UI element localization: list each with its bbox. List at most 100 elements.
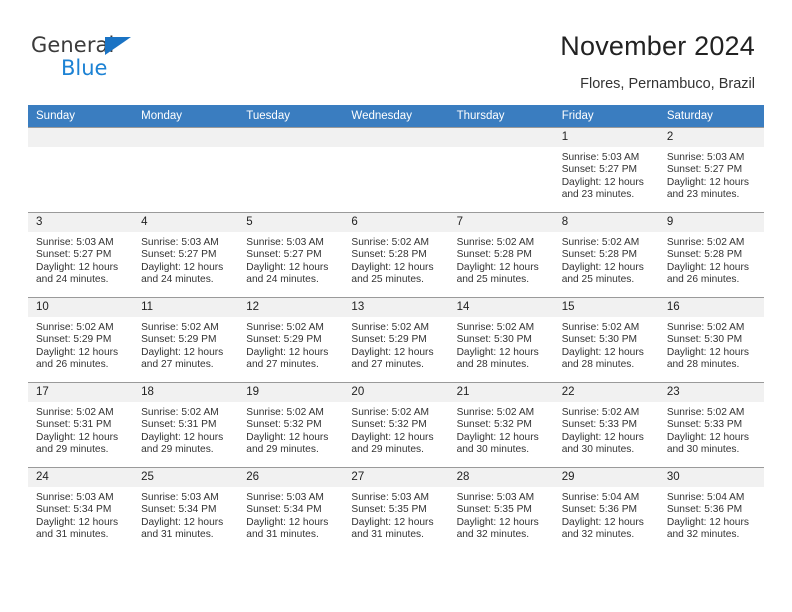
sunset-text: Sunset: 5:36 PM — [666, 504, 743, 516]
calendar-day-cell[interactable]: 20 Sunrise: 5:02 AM Sunset: 5:32 PM Dayligh… — [343, 382, 449, 468]
sunrise-text: Sunrise: 5:02 AM — [141, 407, 219, 418]
day-cell-inner: 4 Sunrise: 5:03 AM Sunset: 5:27 PM Daylight… — [133, 213, 239, 297]
day-details: Sunrise: 5:02 AM Sunset: 5:32 PM Daylight:… — [343, 402, 448, 457]
day-details: Sunrise: 5:02 AM Sunset: 5:29 PM Daylight:… — [28, 317, 133, 372]
sunset-text: Sunset: 5:28 PM — [666, 249, 743, 261]
daylight-text-line1: Daylight: 12 hours — [141, 516, 224, 528]
calendar-day-cell[interactable]: 11 Sunrise: 5:02 AM Sunset: 5:29 PM Dayligh… — [133, 297, 239, 383]
calendar-day-cell[interactable]: 22 Sunrise: 5:02 AM Sunset: 5:33 PM Dayligh… — [553, 382, 659, 468]
calendar-day-cell[interactable]: 5 Sunrise: 5:03 AM Sunset: 5:27 PM Daylight… — [238, 212, 344, 298]
daylight-text-line2: and 24 minutes. — [36, 274, 109, 286]
sunset-text: Sunset: 5:34 PM — [36, 504, 112, 516]
calendar-day-cell[interactable]: 10 Sunrise: 5:02 AM Sunset: 5:29 PM Dayligh… — [28, 297, 134, 383]
calendar-day-cell[interactable]: 2 Sunrise: 5:03 AM Sunset: 5:27 PM Daylight… — [658, 127, 764, 213]
calendar-day-cell[interactable]: 28 Sunrise: 5:03 AM Sunset: 5:35 PM Dayligh… — [448, 467, 554, 552]
sunrise-text: Sunrise: 5:03 AM — [36, 492, 114, 503]
daylight-text-line1: Daylight: 12 hours — [666, 346, 749, 358]
day-cell-inner: 23 Sunrise: 5:02 AM Sunset: 5:33 PM Dayligh… — [658, 383, 764, 467]
calendar-day-cell[interactable]: 4 Sunrise: 5:03 AM Sunset: 5:27 PM Daylight… — [133, 212, 239, 298]
calendar-day-cell[interactable]: 23 Sunrise: 5:02 AM Sunset: 5:33 PM Dayligh… — [658, 382, 764, 468]
calendar-day-cell[interactable]: 3 Sunrise: 5:03 AM Sunset: 5:27 PM Daylight… — [28, 212, 134, 298]
calendar-day-cell[interactable]: 12 Sunrise: 5:02 AM Sunset: 5:29 PM Dayligh… — [238, 297, 344, 383]
sunset-text: Sunset: 5:30 PM — [561, 334, 638, 346]
sunrise-text: Sunrise: 5:02 AM — [351, 322, 430, 333]
calendar-week-row: 17 Sunrise: 5:02 AM Sunset: 5:31 PM Dayligh… — [28, 382, 764, 468]
page-header: General Blue November 2024 Flores, Perna… — [0, 0, 792, 100]
daylight-text-line2: and 28 minutes. — [666, 359, 740, 371]
weekday-header-friday: Friday — [553, 105, 659, 128]
daylight-text-line1: Daylight: 12 hours — [456, 346, 539, 358]
day-cell-inner: 10 Sunrise: 5:02 AM Sunset: 5:29 PM Dayligh… — [28, 298, 134, 382]
daylight-text-line1: Daylight: 12 hours — [351, 431, 434, 443]
calendar-day-cell[interactable]: 15 Sunrise: 5:02 AM Sunset: 5:30 PM Dayligh… — [553, 297, 659, 383]
daylight-text-line2: and 27 minutes. — [141, 359, 214, 371]
calendar-day-cell[interactable]: 17 Sunrise: 5:02 AM Sunset: 5:31 PM Dayligh… — [28, 382, 134, 468]
sunset-text: Sunset: 5:30 PM — [666, 334, 743, 346]
sunrise-text: Sunrise: 5:03 AM — [36, 237, 114, 248]
calendar-day-cell[interactable]: 8 Sunrise: 5:02 AM Sunset: 5:28 PM Daylight… — [553, 212, 659, 298]
calendar-week-row: 1 Sunrise: 5:03 AM Sunset: 5:27 PM Daylight… — [28, 127, 764, 213]
sunrise-text: Sunrise: 5:02 AM — [561, 322, 640, 333]
day-details: Sunrise: 5:02 AM Sunset: 5:29 PM Daylight:… — [133, 317, 238, 372]
day-number: 13 — [343, 298, 449, 317]
day-number: 23 — [658, 383, 764, 402]
day-details: Sunrise: 5:03 AM Sunset: 5:34 PM Daylight:… — [238, 487, 343, 542]
day-number: 21 — [448, 383, 554, 402]
day-details: Sunrise: 5:04 AM Sunset: 5:36 PM Daylight:… — [554, 487, 659, 542]
calendar-day-cell[interactable]: 9 Sunrise: 5:02 AM Sunset: 5:28 PM Daylight… — [658, 212, 764, 298]
calendar-day-cell[interactable]: 30 Sunrise: 5:04 AM Sunset: 5:36 PM Dayligh… — [658, 467, 764, 552]
day-details: Sunrise: 5:03 AM Sunset: 5:35 PM Daylight:… — [343, 487, 448, 542]
calendar-day-cell[interactable]: 19 Sunrise: 5:02 AM Sunset: 5:32 PM Dayligh… — [238, 382, 344, 468]
day-number: 18 — [133, 383, 239, 402]
calendar-day-cell[interactable]: 18 Sunrise: 5:02 AM Sunset: 5:31 PM Dayligh… — [133, 382, 239, 468]
day-details: Sunrise: 5:02 AM Sunset: 5:30 PM Daylight:… — [659, 317, 764, 372]
calendar-day-cell[interactable]: 1 Sunrise: 5:03 AM Sunset: 5:27 PM Daylight… — [553, 127, 659, 213]
calendar-day-cell[interactable]: 7 Sunrise: 5:02 AM Sunset: 5:28 PM Daylight… — [448, 212, 554, 298]
calendar-day-cell[interactable]: 21 Sunrise: 5:02 AM Sunset: 5:32 PM Dayligh… — [448, 382, 554, 468]
daylight-text-line2: and 25 minutes. — [561, 274, 635, 286]
day-number: 10 — [28, 298, 134, 317]
location-subtitle: Flores, Pernambuco, Brazil — [580, 76, 755, 92]
general-blue-logo[interactable]: General Blue — [31, 33, 161, 85]
daylight-text-line2: and 29 minutes. — [246, 444, 319, 456]
sunset-text: Sunset: 5:35 PM — [351, 504, 427, 516]
day-details: Sunrise: 5:02 AM Sunset: 5:30 PM Daylight:… — [554, 317, 659, 372]
calendar-day-cell[interactable]: 27 Sunrise: 5:03 AM Sunset: 5:35 PM Dayligh… — [343, 467, 449, 552]
sunrise-text: Sunrise: 5:03 AM — [141, 492, 219, 503]
sunrise-text: Sunrise: 5:02 AM — [561, 407, 640, 418]
sunrise-text: Sunrise: 5:03 AM — [351, 492, 430, 503]
sunrise-text: Sunrise: 5:03 AM — [246, 237, 324, 248]
daylight-text-line1: Daylight: 12 hours — [456, 516, 539, 528]
daylight-text-line1: Daylight: 12 hours — [456, 431, 539, 443]
calendar-day-cell[interactable]: 13 Sunrise: 5:02 AM Sunset: 5:29 PM Dayligh… — [343, 297, 449, 383]
sunrise-text: Sunrise: 5:03 AM — [141, 237, 219, 248]
sunset-text: Sunset: 5:32 PM — [246, 419, 322, 431]
calendar-day-cell[interactable]: 6 Sunrise: 5:02 AM Sunset: 5:28 PM Daylight… — [343, 212, 449, 298]
day-details: Sunrise: 5:02 AM Sunset: 5:31 PM Daylight:… — [28, 402, 133, 457]
day-details: Sunrise: 5:02 AM Sunset: 5:29 PM Daylight:… — [238, 317, 343, 372]
daylight-text-line2: and 31 minutes. — [246, 529, 319, 541]
calendar-day-cell[interactable]: 25 Sunrise: 5:03 AM Sunset: 5:34 PM Dayligh… — [133, 467, 239, 552]
sunset-text: Sunset: 5:32 PM — [456, 419, 532, 431]
day-details: Sunrise: 5:03 AM Sunset: 5:27 PM Daylight:… — [554, 147, 659, 202]
sunset-text: Sunset: 5:29 PM — [141, 334, 217, 346]
day-cell-inner: 29 Sunrise: 5:04 AM Sunset: 5:36 PM Dayligh… — [553, 468, 659, 552]
calendar-day-cell[interactable]: 14 Sunrise: 5:02 AM Sunset: 5:30 PM Dayligh… — [448, 297, 554, 383]
daylight-text-line2: and 26 minutes. — [36, 359, 109, 371]
day-number: 7 — [448, 213, 554, 232]
day-number: 6 — [343, 213, 449, 232]
logo-text-blue: Blue — [61, 56, 108, 80]
day-details: Sunrise: 5:02 AM Sunset: 5:31 PM Daylight:… — [133, 402, 238, 457]
daylight-text-line2: and 27 minutes. — [246, 359, 319, 371]
sunrise-text: Sunrise: 5:03 AM — [561, 152, 640, 163]
calendar-empty-cell — [28, 127, 134, 213]
calendar-week-row: 3 Sunrise: 5:03 AM Sunset: 5:27 PM Daylight… — [28, 212, 764, 298]
calendar-day-cell[interactable]: 26 Sunrise: 5:03 AM Sunset: 5:34 PM Dayligh… — [238, 467, 344, 552]
day-cell-inner: 5 Sunrise: 5:03 AM Sunset: 5:27 PM Daylight… — [238, 213, 344, 297]
sunrise-text: Sunrise: 5:03 AM — [246, 492, 324, 503]
calendar-day-cell[interactable]: 24 Sunrise: 5:03 AM Sunset: 5:34 PM Dayligh… — [28, 467, 134, 552]
day-cell-inner: 2 Sunrise: 5:03 AM Sunset: 5:27 PM Daylight… — [658, 128, 764, 212]
day-number: 15 — [553, 298, 659, 317]
calendar-day-cell[interactable]: 29 Sunrise: 5:04 AM Sunset: 5:36 PM Dayligh… — [553, 467, 659, 552]
calendar-day-cell[interactable]: 16 Sunrise: 5:02 AM Sunset: 5:30 PM Dayligh… — [658, 297, 764, 383]
